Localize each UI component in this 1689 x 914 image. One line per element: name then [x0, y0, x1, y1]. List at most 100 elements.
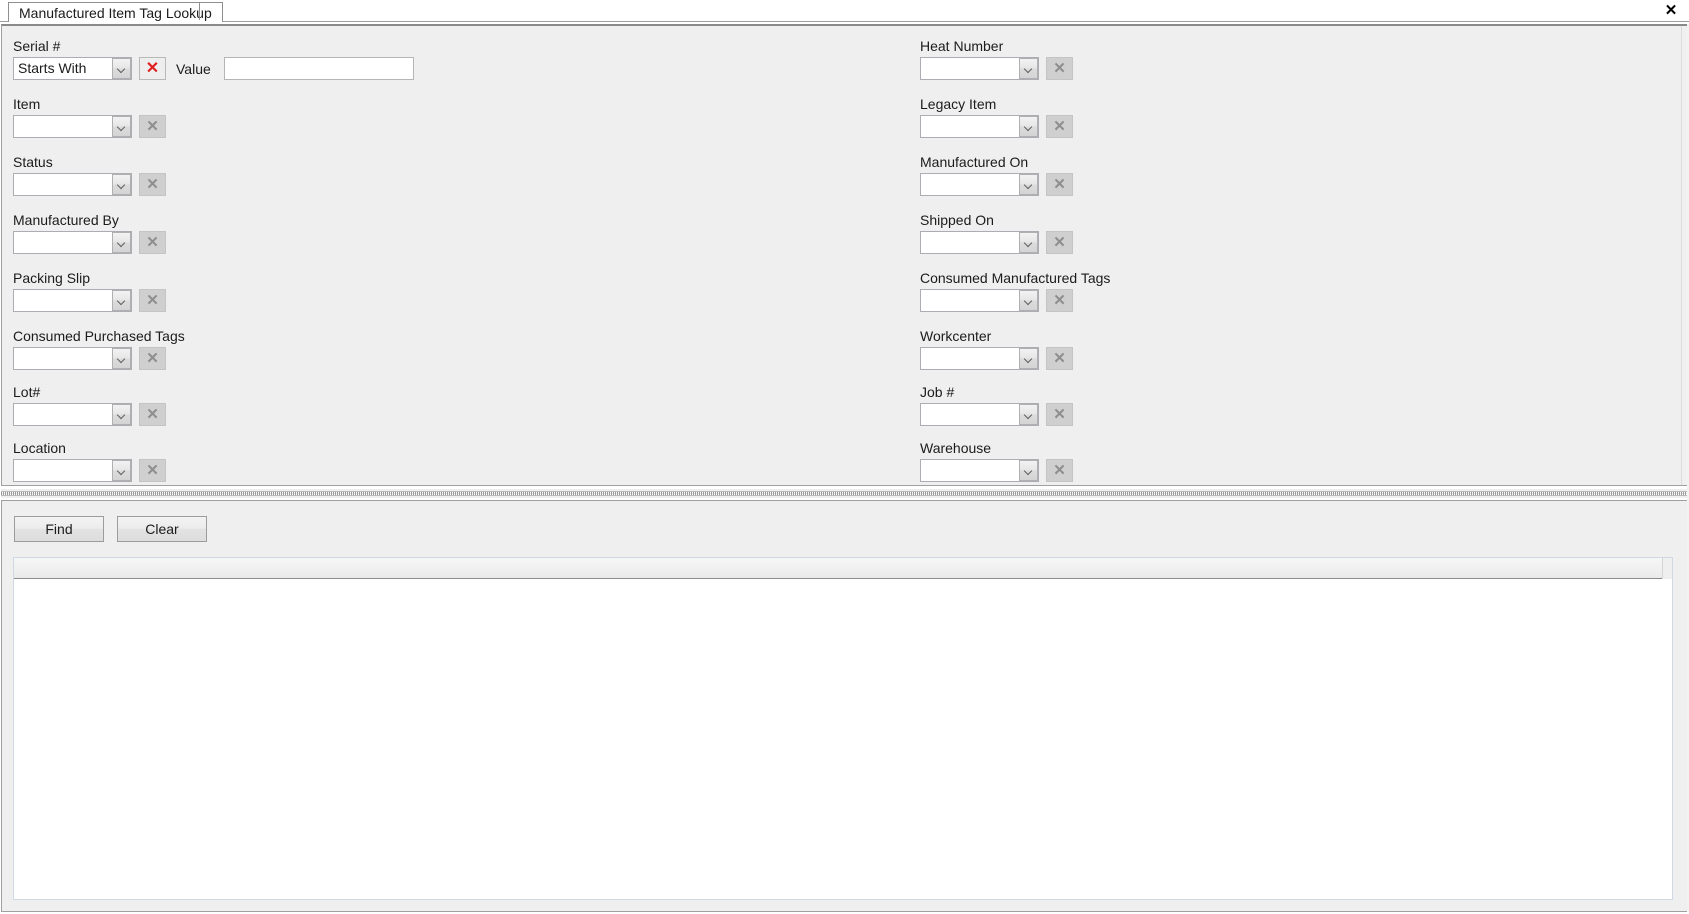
- shipped-on-combobox[interactable]: [920, 231, 1039, 254]
- location-clear-button[interactable]: ✕: [139, 459, 166, 482]
- application-window: Manufactured Item Tag Lookup ✕ Serial # …: [0, 0, 1689, 914]
- chevron-down-icon[interactable]: [112, 232, 131, 253]
- chevron-down-icon[interactable]: [112, 348, 131, 369]
- close-x-icon: ✕: [1053, 176, 1066, 193]
- field-consumed-manufactured-tags: Consumed Manufactured Tags ✕: [920, 270, 1110, 312]
- workcenter-combobox[interactable]: [920, 347, 1039, 370]
- chevron-down-icon[interactable]: [112, 290, 131, 311]
- search-criteria-panel: Serial # Starts With ✕ Value Item ✕ Stat…: [1, 24, 1688, 486]
- chevron-down-icon[interactable]: [112, 404, 131, 425]
- packing-slip-combobox[interactable]: [13, 289, 132, 312]
- grid-header-scroll-corner: [1662, 558, 1672, 579]
- field-item: Item ✕: [13, 96, 166, 138]
- consumed-manufactured-tags-clear-button[interactable]: ✕: [1046, 289, 1073, 312]
- field-row-warehouse: ✕: [920, 459, 1073, 482]
- close-x-icon: ✕: [145, 59, 160, 77]
- field-label-workcenter: Workcenter: [920, 328, 992, 344]
- close-x-icon: ✕: [146, 118, 159, 135]
- chevron-down-icon[interactable]: [112, 116, 131, 137]
- lot-number-combobox[interactable]: [13, 403, 132, 426]
- consumed-manufactured-tags-combobox[interactable]: [920, 289, 1039, 312]
- close-x-icon: ✕: [1053, 234, 1066, 251]
- field-label-packing-slip: Packing Slip: [13, 270, 91, 286]
- chevron-down-icon[interactable]: [1019, 232, 1038, 253]
- tab-separator: [199, 3, 200, 20]
- field-warehouse: Warehouse ✕: [920, 440, 1073, 482]
- close-x-icon: ✕: [1053, 350, 1066, 367]
- manufactured-by-combobox[interactable]: [13, 231, 132, 254]
- clear-button[interactable]: Clear: [117, 516, 207, 542]
- field-row-consumed-purchased-tags: ✕: [13, 347, 185, 370]
- close-x-icon: ✕: [1053, 292, 1066, 309]
- warehouse-clear-button[interactable]: ✕: [1046, 459, 1073, 482]
- results-grid[interactable]: [13, 557, 1673, 900]
- workcenter-clear-button[interactable]: ✕: [1046, 347, 1073, 370]
- field-job-number: Job # ✕: [920, 384, 1073, 426]
- field-row-item: ✕: [13, 115, 166, 138]
- chevron-down-icon[interactable]: [1019, 174, 1038, 195]
- packing-slip-clear-button[interactable]: ✕: [139, 289, 166, 312]
- warehouse-combobox[interactable]: [920, 459, 1039, 482]
- field-row-lot-number: ✕: [13, 403, 166, 426]
- consumed-purchased-tags-combobox[interactable]: [13, 347, 132, 370]
- chevron-down-icon[interactable]: [1019, 460, 1038, 481]
- shipped-on-clear-button[interactable]: ✕: [1046, 231, 1073, 254]
- results-grid-body[interactable]: [14, 579, 1672, 899]
- chevron-down-icon[interactable]: [112, 174, 131, 195]
- field-label-heat-number: Heat Number: [920, 38, 1004, 54]
- serial-value-input[interactable]: [223, 57, 414, 80]
- job-number-clear-button[interactable]: ✕: [1046, 403, 1073, 426]
- field-label-manufactured-on: Manufactured On: [920, 154, 1029, 170]
- manufactured-by-clear-button[interactable]: ✕: [139, 231, 166, 254]
- close-x-icon: ✕: [1053, 118, 1066, 135]
- chevron-down-icon[interactable]: [112, 460, 131, 481]
- serial-clear-button[interactable]: ✕: [139, 57, 166, 80]
- results-panel: Find Clear: [1, 500, 1688, 912]
- field-row-consumed-manufactured-tags: ✕: [920, 289, 1110, 312]
- close-icon[interactable]: ✕: [1661, 1, 1681, 21]
- status-clear-button[interactable]: ✕: [139, 173, 166, 196]
- field-heat-number: Heat Number ✕: [920, 38, 1073, 80]
- find-button[interactable]: Find: [14, 516, 104, 542]
- chevron-down-icon[interactable]: [1019, 290, 1038, 311]
- panel-splitter[interactable]: [1, 489, 1688, 498]
- field-label-warehouse: Warehouse: [920, 440, 992, 456]
- field-row-manufactured-on: ✕: [920, 173, 1073, 196]
- field-row-status: ✕: [13, 173, 166, 196]
- manufactured-on-clear-button[interactable]: ✕: [1046, 173, 1073, 196]
- field-row-heat-number: ✕: [920, 57, 1073, 80]
- field-row-packing-slip: ✕: [13, 289, 166, 312]
- close-x-icon: ✕: [146, 292, 159, 309]
- legacy-item-combobox[interactable]: [920, 115, 1039, 138]
- consumed-purchased-tags-clear-button[interactable]: ✕: [139, 347, 166, 370]
- lot-number-clear-button[interactable]: ✕: [139, 403, 166, 426]
- legacy-item-clear-button[interactable]: ✕: [1046, 115, 1073, 138]
- field-label-consumed-purchased-tags: Consumed Purchased Tags: [13, 328, 185, 344]
- field-row-location: ✕: [13, 459, 166, 482]
- splitter-grip[interactable]: [1, 491, 1688, 496]
- item-combobox[interactable]: [13, 115, 132, 138]
- field-row-serial-number: Starts With ✕ Value: [13, 57, 414, 80]
- field-label-manufactured-by: Manufactured By: [13, 212, 119, 228]
- status-combobox[interactable]: [13, 173, 132, 196]
- chevron-down-icon[interactable]: [112, 58, 131, 79]
- action-button-bar: Find Clear: [14, 516, 207, 542]
- field-label-legacy-item: Legacy Item: [920, 96, 997, 112]
- heat-number-clear-button[interactable]: ✕: [1046, 57, 1073, 80]
- field-label-lot-number: Lot#: [13, 384, 41, 400]
- chevron-down-icon[interactable]: [1019, 404, 1038, 425]
- tab-manufactured-item-tag-lookup[interactable]: Manufactured Item Tag Lookup: [8, 2, 223, 22]
- serial-operator-combobox[interactable]: Starts With: [13, 57, 132, 80]
- chevron-down-icon[interactable]: [1019, 348, 1038, 369]
- field-row-job-number: ✕: [920, 403, 1073, 426]
- job-number-combobox[interactable]: [920, 403, 1039, 426]
- field-location: Location ✕: [13, 440, 166, 482]
- chevron-down-icon[interactable]: [1019, 58, 1038, 79]
- close-x-icon: ✕: [146, 406, 159, 423]
- location-combobox[interactable]: [13, 459, 132, 482]
- manufactured-on-combobox[interactable]: [920, 173, 1039, 196]
- heat-number-combobox[interactable]: [920, 57, 1039, 80]
- chevron-down-icon[interactable]: [1019, 116, 1038, 137]
- item-clear-button[interactable]: ✕: [139, 115, 166, 138]
- results-grid-header: [14, 558, 1672, 579]
